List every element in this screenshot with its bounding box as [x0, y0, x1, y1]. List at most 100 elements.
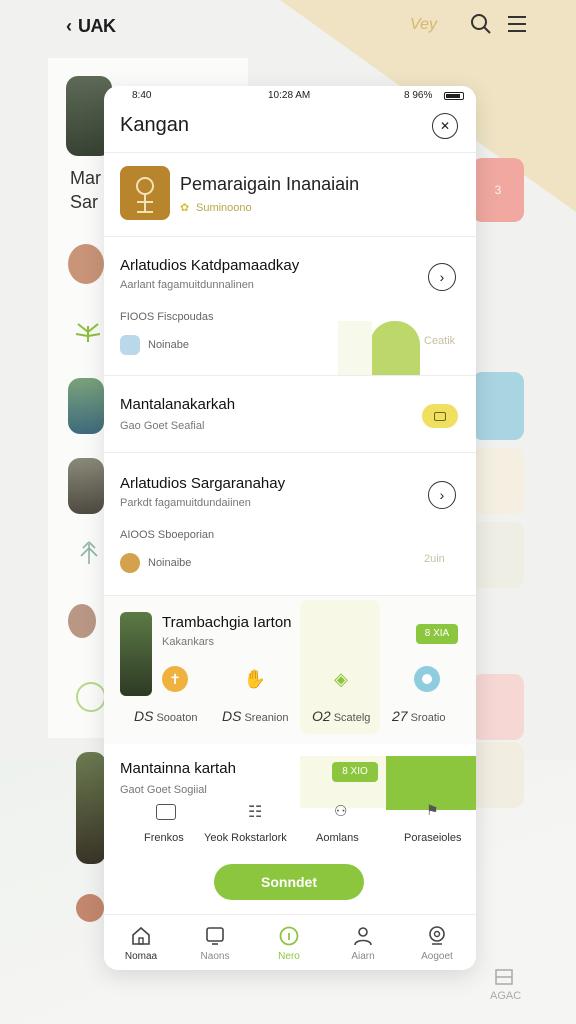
section-side-note: 2uin	[424, 553, 445, 565]
status-battery-label: 8 96%	[404, 90, 433, 101]
section-title: Mantainna kartah	[120, 760, 236, 777]
avatar	[120, 553, 140, 573]
chevron-right-icon: ›	[439, 487, 445, 503]
chevron-right-button[interactable]: ›	[428, 481, 456, 509]
flag-icon: ⚑	[426, 802, 439, 818]
background-ring-icon	[76, 682, 106, 712]
wallet-icon	[156, 804, 176, 820]
header-thumbnail[interactable]	[120, 166, 170, 220]
section-title: Mantalanakarkah	[120, 396, 236, 413]
card-item[interactable]: 27 Sroatio	[386, 652, 466, 734]
list-section-3[interactable]: Arlatudios Sargaranahay Parkdt fagamuitd…	[104, 453, 476, 595]
decorative-green-shape	[370, 321, 420, 375]
section-title: Trambachgia Iarton	[162, 614, 292, 631]
bottom-tab-bar: Nomaa Naons Nero Aiarn Aogoet	[104, 914, 476, 970]
section-mini-label: Noinaibe	[148, 557, 192, 569]
battery-icon	[444, 92, 464, 100]
section-subtitle: Gao Goet Seafial	[120, 420, 205, 432]
card-item-label: DS Sooaton	[134, 708, 198, 724]
tablet-icon	[206, 927, 224, 945]
back-chevron-icon[interactable]: ‹	[66, 16, 72, 37]
tree-icon	[80, 541, 98, 564]
header-subtitle: Suminoono	[196, 202, 252, 214]
background-avatar-4	[68, 458, 104, 514]
settings-icon	[429, 926, 445, 945]
section-title: Arlatudios Katdpamaadkay	[120, 257, 300, 274]
background-card-beige-3[interactable]	[472, 742, 524, 808]
search-icon[interactable]	[470, 13, 492, 35]
page-title: Kangan	[120, 114, 189, 136]
plus-icon: ✝	[162, 666, 188, 692]
section-subtitle: Gaot Goet Sogiial	[120, 784, 207, 796]
list-section-2[interactable]: Mantalanakarkah Gao Goet Seafial	[104, 376, 476, 452]
section-badge: 8 XIA	[416, 624, 458, 644]
info-icon	[279, 926, 299, 946]
section-badge: 8 XIO	[332, 762, 378, 782]
bottom-right-label: AGAC	[490, 990, 522, 1002]
section-side-note: Ceatik	[424, 335, 456, 347]
file-icon	[120, 335, 140, 355]
section-meta: AIOOS Sboeporian	[120, 529, 215, 541]
background-label-1: Mar	[70, 168, 101, 188]
status-time: 10:28 AM	[268, 90, 311, 101]
brand-logo: Vey	[410, 16, 437, 33]
app-window: 8:40 10:28 AM 8 96% Kangan ✕ Pemaraigain…	[104, 86, 476, 970]
close-button[interactable]: ✕	[432, 113, 458, 139]
status-bar: 8:40 10:28 AM 8 96%	[104, 86, 476, 108]
background-card-beige-2[interactable]	[472, 522, 524, 588]
background-title: UAK	[78, 16, 116, 36]
shortcut-item[interactable]: ☷ Yeok Rokstarlork	[202, 804, 302, 850]
tag-icon: ◈	[334, 668, 348, 689]
card-item[interactable]: ◈ O2 Scatelg	[300, 600, 380, 734]
chevron-right-button[interactable]: ›	[428, 263, 456, 291]
folder-icon	[434, 411, 446, 421]
background-card-salmon[interactable]: 3	[472, 158, 524, 222]
folder-badge[interactable]	[422, 404, 458, 428]
menu-icon[interactable]	[506, 14, 528, 34]
background-card-pink[interactable]	[472, 674, 524, 740]
background-card-beige-1[interactable]	[472, 448, 524, 514]
shortcut-item[interactable]: ⚇ Aomlans	[304, 803, 384, 850]
section-title: Arlatudios Sargaranahay	[120, 475, 286, 492]
list-section-4: Trambachgia Iarton Kakankars 8 XIA ✝ DS S…	[104, 596, 476, 744]
section-subtitle: Aarlant fagamuitdunnalinen	[120, 279, 254, 291]
shortcut-item[interactable]: Frenkos	[120, 804, 200, 850]
flower-icon: ✿	[180, 202, 190, 214]
home-icon	[132, 926, 150, 945]
decorative-pale-shape	[338, 321, 372, 375]
background-avatar-7	[76, 894, 104, 922]
leaf-icon	[75, 323, 101, 342]
list-icon: ☷	[248, 804, 263, 821]
divider	[104, 152, 476, 153]
section-mini-label: Noinabe	[148, 339, 189, 351]
section-meta: FIOOS Fiscpoudas	[120, 311, 214, 323]
user-icon	[354, 927, 372, 946]
list-section-1[interactable]: Arlatudios Katdpamaadkay Aarlant fagamui…	[104, 237, 476, 375]
people-icon: ⚇	[334, 803, 348, 820]
card-item[interactable]: ✋ DS Sreanion	[212, 652, 298, 734]
background-avatar-6	[76, 752, 106, 864]
card-item-label: 27 Sroatio	[392, 708, 446, 724]
grid-icon	[495, 969, 513, 985]
tab-news[interactable]: Naons	[178, 915, 252, 970]
close-icon: ✕	[439, 119, 451, 133]
background-card-sky[interactable]	[472, 372, 524, 440]
background-header: ‹ UAK Vey	[0, 0, 576, 60]
hand-icon: ✋	[243, 668, 267, 689]
background-avatar-2	[68, 244, 104, 284]
chevron-right-icon: ›	[439, 269, 445, 285]
card-item[interactable]: ✝ DS Sooaton	[120, 652, 206, 734]
tab-more[interactable]: Nero	[252, 915, 326, 970]
shortcut-item[interactable]: ⚑ Poraseioles	[390, 802, 470, 850]
tab-profile[interactable]: Aiarn	[326, 915, 400, 970]
background-avatar-5	[68, 604, 96, 638]
tab-settings[interactable]: Aogoet	[400, 915, 474, 970]
section-subtitle: Parkdt fagamuitdundaiinen	[120, 497, 251, 509]
section-subtitle: Kakankars	[162, 636, 214, 648]
tab-home[interactable]: Nomaa	[104, 915, 178, 970]
background-label-2: Sar	[70, 192, 99, 212]
card-item-label: DS Sreanion	[222, 708, 289, 724]
status-left: 8:40	[132, 90, 152, 101]
card-item-label: O2 Scatelg	[312, 708, 371, 724]
submit-button[interactable]: Sonndet	[214, 864, 364, 900]
